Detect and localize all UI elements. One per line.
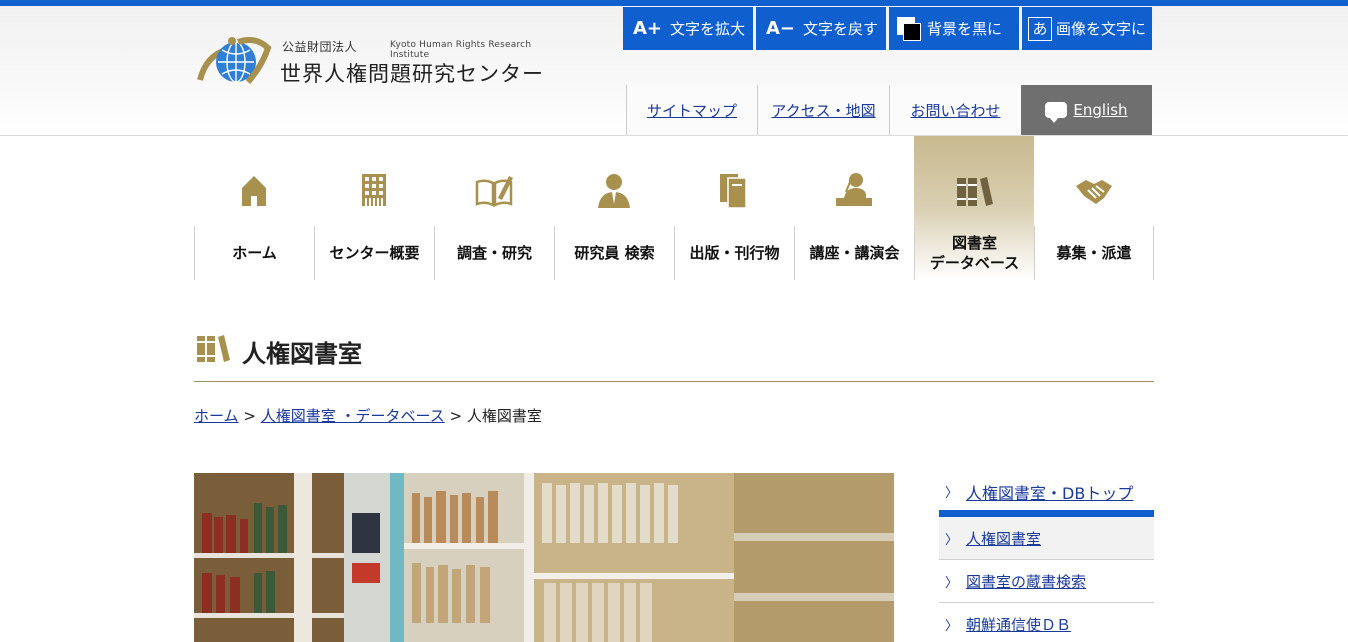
nav-item-publications[interactable]: 出版・刊行物 — [674, 136, 794, 280]
nav-item-home[interactable]: ホーム — [194, 136, 314, 280]
nav-label: 講座・講演会 — [794, 226, 914, 280]
site-logo[interactable]: 公益財団法人 Kyoto Human Rights Research Insti… — [196, 36, 566, 96]
side-menu-item-library[interactable]: 〉 人権図書室 — [939, 517, 1154, 560]
logo-name-ja: 世界人権問題研究センター — [280, 62, 544, 86]
english-link[interactable]: English — [1021, 85, 1152, 135]
main-nav: ホーム センター概要 調査・研究 研究員 検索 出版・刊行物 講座・講演会 図書… — [194, 136, 1154, 280]
side-menu-item-label: 図書室の蔵書検索 — [966, 572, 1087, 591]
nav-label: センター概要 — [314, 226, 434, 280]
building-icon — [362, 174, 386, 206]
black-background-label: 背景を黒に — [927, 20, 1003, 38]
nav-label-line2: データベース — [929, 254, 1020, 272]
breadcrumb-separator: > — [449, 407, 463, 425]
access-map-label: アクセス・地図 — [771, 101, 876, 120]
text-reset-icon: A− — [766, 18, 796, 39]
logo-name-en: Kyoto Human Rights Research Institute — [390, 40, 532, 60]
nav-item-researchers[interactable]: 研究員 検索 — [554, 136, 674, 280]
breadcrumb-separator: > — [243, 407, 256, 425]
breadcrumb-home-link[interactable]: ホーム — [194, 407, 239, 425]
side-menu-top-link[interactable]: 〉 人権図書室・DBトップ — [939, 473, 1154, 517]
contrast-icon — [897, 16, 921, 41]
side-menu-item-label: 朝鮮通信使ＤＢ — [966, 615, 1072, 634]
book-pen-icon — [475, 176, 513, 208]
nav-item-library[interactable]: 図書室 データベース — [914, 136, 1034, 280]
page-heading: 人権図書室 — [194, 330, 1154, 382]
chevron-right-icon: 〉 — [945, 532, 959, 548]
text-enlarge-icon: A+ — [633, 18, 663, 39]
hiragana-icon: あ — [1028, 16, 1052, 41]
nav-label: 募集・派遣 — [1034, 226, 1154, 280]
handshake-icon — [1076, 180, 1112, 204]
enlarge-text-label: 文字を拡大 — [670, 20, 746, 38]
side-menu-item-label: 人権図書室 — [966, 529, 1042, 548]
breadcrumb: ホーム > 人権図書室 ・データベース > 人権図書室 — [194, 405, 542, 426]
breadcrumb-current: 人権図書室 — [466, 407, 542, 425]
english-label: English — [1073, 101, 1128, 119]
reset-text-label: 文字を戻す — [803, 20, 879, 38]
reset-text-button[interactable]: A− 文字を戻す — [756, 7, 886, 50]
chevron-right-icon: 〉 — [945, 618, 959, 634]
person-icon — [598, 174, 630, 208]
nav-label: 図書室 データベース — [914, 226, 1034, 280]
nav-item-lectures[interactable]: 講座・講演会 — [794, 136, 914, 280]
side-menu: 〉 人権図書室・DBトップ 〉 人権図書室 〉 図書室の蔵書検索 〉 朝鮮通信使… — [939, 473, 1154, 642]
books-icon — [957, 177, 993, 206]
side-menu-item-tsushinshi-db[interactable]: 〉 朝鮮通信使ＤＢ — [939, 603, 1154, 642]
side-menu-item-catalog-search[interactable]: 〉 図書室の蔵書検索 — [939, 560, 1154, 603]
nav-item-about[interactable]: センター概要 — [314, 136, 434, 280]
breadcrumb-parent-link[interactable]: 人権図書室 ・データベース — [261, 407, 445, 425]
image-to-text-button[interactable]: あ 画像を文字に — [1022, 7, 1152, 50]
nav-item-research[interactable]: 調査・研究 — [434, 136, 554, 280]
speech-bubble-icon — [1045, 102, 1068, 123]
black-background-button[interactable]: 背景を黒に — [889, 7, 1019, 50]
contact-label: お問い合わせ — [910, 101, 1001, 120]
nav-label-line1: 図書室 — [951, 234, 997, 252]
publication-icon — [720, 174, 747, 209]
page-title: 人権図書室 — [242, 339, 362, 368]
nav-label: 出版・刊行物 — [674, 226, 794, 280]
enlarge-text-button[interactable]: A+ 文字を拡大 — [623, 7, 753, 50]
books-icon — [197, 335, 230, 362]
nav-label: ホーム — [194, 226, 314, 280]
contact-link[interactable]: お問い合わせ — [889, 85, 1021, 135]
nav-item-recruit[interactable]: 募集・派遣 — [1034, 136, 1154, 280]
sitemap-label: サイトマップ — [646, 101, 737, 120]
lecture-icon — [836, 173, 872, 206]
globe-logo-icon — [197, 37, 272, 84]
side-menu-top-label: 人権図書室・DBトップ — [966, 483, 1134, 503]
library-shelves-image — [194, 473, 894, 642]
image-to-text-label: 画像を文字に — [1056, 20, 1147, 38]
chevron-right-icon: 〉 — [945, 575, 959, 591]
chevron-right-icon: 〉 — [945, 486, 959, 501]
sitemap-link[interactable]: サイトマップ — [626, 85, 757, 135]
nav-label: 研究員 検索 — [554, 226, 674, 280]
nav-label: 調査・研究 — [434, 226, 554, 280]
access-map-link[interactable]: アクセス・地図 — [757, 85, 889, 135]
home-icon — [242, 176, 266, 206]
logo-org-type: 公益財団法人 — [282, 40, 358, 54]
